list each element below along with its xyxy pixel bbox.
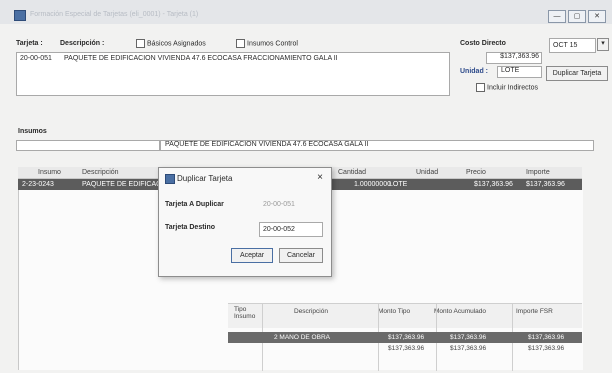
row-unidad: LOTE [389, 181, 408, 188]
close-icon[interactable]: × [317, 172, 323, 183]
basicos-label: Básicos Asignados [147, 40, 206, 48]
insumo-search-field[interactable] [16, 140, 160, 151]
row-cantidad: 1.00000000 [354, 181, 391, 188]
window-controls: — ▢ ✕ [548, 10, 606, 23]
insumo-description-value: PAQUETE DE EDIFICACION VIVIENDA 47.6 ECO… [165, 141, 369, 148]
fecha-select[interactable]: OCT 15 [549, 38, 596, 53]
col-descripcion[interactable]: Descripción [82, 169, 119, 176]
insumos-section-title: Insumos [18, 128, 47, 135]
aceptar-button[interactable]: Aceptar [231, 248, 273, 263]
costo-directo-label: Costo Directo [460, 40, 506, 47]
descripcion-box[interactable]: 20-00-051 PAQUETE DE EDIFICACION VIVIEND… [16, 52, 450, 96]
close-window-button[interactable]: ✕ [588, 10, 606, 23]
resumen-row-monto-acumulado: $137,363.96 [450, 334, 487, 341]
col-unidad[interactable]: Unidad [416, 169, 438, 176]
main-window: Formación Especial de Tarjetas (eli_0001… [0, 0, 612, 373]
insumo-description-field[interactable]: PAQUETE DE EDIFICACION VIVIENDA 47.6 ECO… [160, 140, 594, 151]
col-monto-tipo[interactable]: Monto Tipo [378, 308, 410, 315]
basicos-checkbox[interactable]: Básicos Asignados [136, 39, 206, 48]
resumen-table-header: Tipo Insumo Descripción Monto Tipo Monto… [228, 303, 582, 328]
tarjeta-destino-input[interactable]: 20-00-052 [259, 222, 323, 237]
title-bar: Formación Especial de Tarjetas (eli_0001… [0, 0, 612, 24]
resumen-total-monto-acumulado: $137,363.96 [450, 345, 487, 352]
insumos-control-checkbox[interactable]: Insumos Control [236, 39, 298, 48]
tarjeta-a-duplicar-label: Tarjeta A Duplicar [165, 201, 224, 208]
resumen-total-importe-fsr: $137,363.96 [528, 345, 565, 352]
incluir-indirectos-checkbox[interactable]: Incluir Indirectos [476, 83, 538, 92]
tarjeta-a-duplicar-value: 20-00-051 [263, 201, 295, 208]
incluir-indirectos-label: Incluir Indirectos [487, 84, 538, 92]
resumen-row-importe-fsr: $137,363.96 [528, 334, 565, 341]
col-resumen-descripcion[interactable]: Descripción [294, 308, 328, 315]
descripcion-label: Descripción : [60, 40, 105, 47]
descripcion-value: PAQUETE DE EDIFICACION VIVIENDA 47.6 ECO… [64, 55, 338, 62]
resumen-row-monto-tipo: $137,363.96 [388, 334, 425, 341]
row-precio: $137,363.96 [474, 181, 513, 188]
unidad-label: Unidad : [460, 68, 488, 75]
insumos-control-checkbox-box[interactable] [236, 39, 245, 48]
tarjeta-destino-label: Tarjeta Destino [165, 224, 216, 231]
unidad-field: LOTE [497, 66, 542, 78]
incluir-indirectos-checkbox-box[interactable] [476, 83, 485, 92]
fecha-value: OCT 15 [553, 42, 578, 49]
resumen-total-monto-tipo: $137,363.96 [388, 345, 425, 352]
costo-directo-value: $137,363.96 [500, 53, 539, 60]
col-insumo[interactable]: Insumo [38, 169, 61, 176]
col-importe[interactable]: Importe [526, 169, 550, 176]
minimize-button[interactable]: — [548, 10, 566, 23]
col-cantidad[interactable]: Cantidad [338, 169, 366, 176]
dialog-title: Duplicar Tarjeta [177, 174, 233, 183]
unidad-value: LOTE [501, 67, 520, 74]
duplicar-tarjeta-dialog: Duplicar Tarjeta × Tarjeta A Duplicar 20… [158, 167, 332, 277]
tarjeta-label: Tarjeta : [16, 40, 43, 47]
chevron-down-icon: ▾ [601, 40, 605, 47]
row-importe: $137,363.96 [526, 181, 565, 188]
dialog-app-icon [165, 174, 175, 184]
row-insumo: 2-23-0243 [22, 181, 54, 188]
maximize-button[interactable]: ▢ [568, 10, 586, 23]
col-tipo-insumo[interactable]: Tipo Insumo [234, 306, 256, 320]
fecha-dropdown-button[interactable]: ▾ [597, 38, 609, 51]
tarjeta-value: 20-00-051 [20, 55, 52, 62]
tarjeta-destino-value: 20-00-052 [263, 226, 295, 233]
app-icon [14, 10, 26, 21]
table-row[interactable]: 2 MANO DE OBRA $137,363.96 $137,363.96 $… [228, 332, 582, 343]
insumos-control-label: Insumos Control [247, 40, 298, 48]
basicos-checkbox-box[interactable] [136, 39, 145, 48]
costo-directo-field: $137,363.96 [486, 52, 542, 64]
col-precio[interactable]: Precio [466, 169, 486, 176]
col-monto-acumulado[interactable]: Monto Acumulado [434, 308, 486, 315]
duplicar-tarjeta-button[interactable]: Duplicar Tarjeta [546, 66, 608, 81]
col-importe-fsr[interactable]: Importe FSR [516, 308, 553, 315]
resumen-row-descripcion: 2 MANO DE OBRA [274, 334, 330, 341]
table-row[interactable]: $137,363.96 $137,363.96 $137,363.96 [228, 343, 582, 354]
window-title: Formación Especial de Tarjetas (eli_0001… [30, 11, 199, 18]
cancelar-button[interactable]: Cancelar [279, 248, 323, 263]
